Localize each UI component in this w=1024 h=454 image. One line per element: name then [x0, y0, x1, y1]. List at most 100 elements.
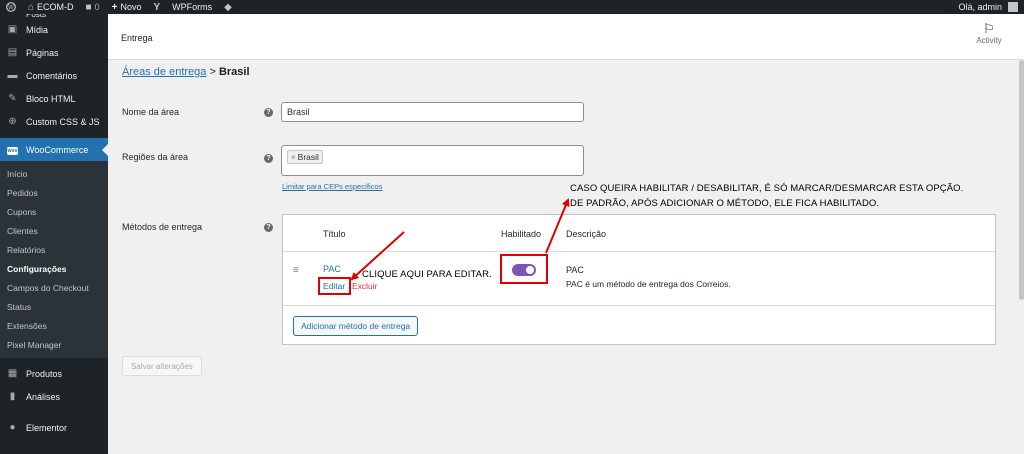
yoast-menu-icon[interactable]: Y — [147, 0, 166, 14]
submenu-item-inicio[interactable]: Início — [0, 165, 108, 184]
products-icon: ▦ — [7, 368, 18, 379]
sidebar-item-woocommerce[interactable]: woo WooCommerce — [0, 138, 108, 161]
breadcrumb-separator: > — [209, 66, 216, 78]
avatar — [1008, 2, 1018, 12]
breadcrumb-current: Brasil — [218, 66, 250, 78]
annotation-edit-hint: CLIQUE AQUI PARA EDITAR. — [362, 269, 492, 280]
wpforms-label: WPForms — [172, 2, 213, 12]
greeting-label: Olá, admin — [958, 2, 1002, 12]
account-menu[interactable]: Olá, admin — [952, 0, 1024, 14]
sidebar-item-html-block[interactable]: ✎ Bloco HTML — [0, 87, 108, 110]
zone-regions-select[interactable]: × Brasil — [281, 145, 584, 176]
breadcrumb-zones-link[interactable]: Áreas de entrega — [122, 66, 206, 78]
analytics-icon: ▮ — [9, 391, 16, 402]
method-title-link[interactable]: PAC — [323, 264, 341, 274]
submenu-item-pedidos[interactable]: Pedidos — [0, 184, 108, 203]
sidebar-item-label: Análises — [26, 391, 61, 402]
sidebar-item-comments[interactable]: ▬ Comentários — [0, 64, 108, 87]
page-title: Entrega — [121, 33, 153, 43]
home-icon: ⌂ — [28, 1, 35, 13]
elementor-icon: ● — [9, 422, 16, 433]
sidebar-item-media[interactable]: ▣ Mídia — [0, 18, 108, 41]
region-chip: × Brasil — [287, 150, 323, 164]
method-description-title: PAC — [566, 265, 584, 275]
zone-regions-label: Regiões da área — [122, 152, 189, 162]
breadcrumb: Áreas de entrega > Brasil — [122, 66, 250, 78]
submenu-item-campos-checkout[interactable]: Campos do Checkout — [0, 279, 108, 298]
comment-bubble-icon: ■ — [85, 1, 92, 13]
sidebar-item-label: Custom CSS & JS — [26, 116, 100, 127]
comments-link[interactable]: ■ 0 — [80, 0, 106, 14]
submenu-item-extensoes[interactable]: Extensões — [0, 317, 108, 336]
new-content-link[interactable]: + Novo — [106, 0, 148, 14]
pages-icon: ▤ — [7, 47, 18, 58]
activity-button[interactable]: ⚐ Activity — [974, 21, 1004, 46]
header-divider — [283, 251, 995, 252]
shipping-methods-label: Métodos de entrega — [122, 222, 203, 232]
diamond-icon: ◆ — [224, 1, 232, 13]
annotation-toggle-box — [500, 254, 548, 284]
sidebar-item-label: WooCommerce — [26, 144, 89, 155]
limit-postcodes-link[interactable]: Limitar para CEPs específicos — [282, 182, 382, 191]
annotation-toggle-line1: CASO QUEIRA HABILITAR / DESABILITAR, É S… — [570, 183, 964, 194]
submenu-item-cupons[interactable]: Cupons — [0, 203, 108, 222]
sidebar-item-label: Bloco HTML — [26, 93, 76, 104]
col-header-enabled: Habilitado — [501, 229, 542, 239]
diamond-menu-icon[interactable]: ◆ — [218, 0, 238, 14]
sidebar-item-label: Produtos — [26, 368, 63, 379]
yoast-icon: Y — [153, 1, 161, 13]
sidebar-item-custom-css-js[interactable]: ⊕ Custom CSS & JS — [0, 110, 108, 133]
shipping-methods-help-icon[interactable]: ? — [264, 223, 273, 232]
woocommerce-icon: woo — [7, 147, 18, 155]
new-label: Novo — [120, 2, 142, 12]
add-shipping-method-button[interactable]: Adicionar método de entrega — [293, 316, 419, 336]
col-header-description: Descrição — [566, 229, 607, 239]
save-changes-button[interactable]: Salvar alterações — [122, 356, 202, 376]
pin-icon: ✎ — [8, 93, 17, 104]
sidebar-item-label: Comentários — [26, 70, 78, 81]
sidebar-item-elementor[interactable]: ● Elementor — [0, 416, 108, 439]
wpforms-link[interactable]: WPForms — [166, 0, 218, 14]
activity-label: Activity — [976, 36, 1002, 45]
submenu-item-clientes[interactable]: Clientes — [0, 222, 108, 241]
comments-count: 0 — [94, 2, 100, 12]
submenu-item-configuracoes[interactable]: Configurações — [0, 260, 108, 279]
submenu-item-relatorios[interactable]: Relatórios — [0, 241, 108, 260]
media-icon: ▣ — [7, 24, 18, 35]
delete-method-link[interactable]: Excluir — [352, 281, 378, 291]
zone-name-label: Nome da área — [122, 107, 180, 117]
region-chip-label: Brasil — [297, 152, 319, 162]
site-name-label: ECOM-D — [37, 2, 74, 12]
sidebar-item-label: Páginas — [26, 47, 59, 58]
admin-sidebar: Posts ▣ Mídia ▤ Páginas ▬ Comentários ✎ … — [0, 14, 108, 454]
plus-icon: + — [111, 1, 118, 13]
sidebar-item-label: Elementor — [26, 422, 68, 433]
annotation-toggle-line2: DE PADRÃO, APÓS ADICIONAR O MÉTODO, ELE … — [570, 198, 880, 209]
submenu-item-status[interactable]: Status — [0, 298, 108, 317]
plus-circle-icon: ⊕ — [8, 116, 17, 127]
sidebar-item-analytics[interactable]: ▮ Análises — [0, 385, 108, 408]
site-name-link[interactable]: ⌂ ECOM-D — [22, 0, 80, 14]
submenu-item-pixel-manager[interactable]: Pixel Manager — [0, 336, 108, 355]
svg-text:W: W — [8, 4, 15, 11]
sidebar-item-products[interactable]: ▦ Produtos — [0, 362, 108, 385]
zone-name-input[interactable]: Brasil — [281, 102, 584, 122]
page-header: Entrega ⚐ Activity — [108, 14, 1024, 60]
drag-handle-icon[interactable]: ≡ — [293, 265, 299, 276]
comments-icon: ▬ — [7, 70, 18, 81]
sidebar-item-label: Mídia — [26, 24, 49, 35]
annotation-edit-box — [318, 277, 351, 295]
remove-chip-icon[interactable]: × — [291, 153, 296, 162]
sidebar-item-pages[interactable]: ▤ Páginas — [0, 41, 108, 64]
scrollbar-thumb[interactable] — [1019, 60, 1024, 300]
flag-icon: ⚐ — [983, 21, 995, 36]
wordpress-logo-icon[interactable]: W — [0, 0, 22, 14]
zone-regions-help-icon[interactable]: ? — [264, 154, 273, 163]
row-divider — [283, 305, 995, 306]
method-description-text: PAC é um método de entrega dos Correios. — [566, 279, 731, 289]
admin-bar: W ⌂ ECOM-D ■ 0 + Novo Y WPForms ◆ Olá, a… — [0, 0, 1024, 14]
page-scrollbar[interactable] — [1018, 60, 1024, 454]
col-header-title: Título — [323, 229, 346, 239]
zone-name-help-icon[interactable]: ? — [264, 108, 273, 117]
woocommerce-submenu: Início Pedidos Cupons Clientes Relatório… — [0, 161, 108, 358]
